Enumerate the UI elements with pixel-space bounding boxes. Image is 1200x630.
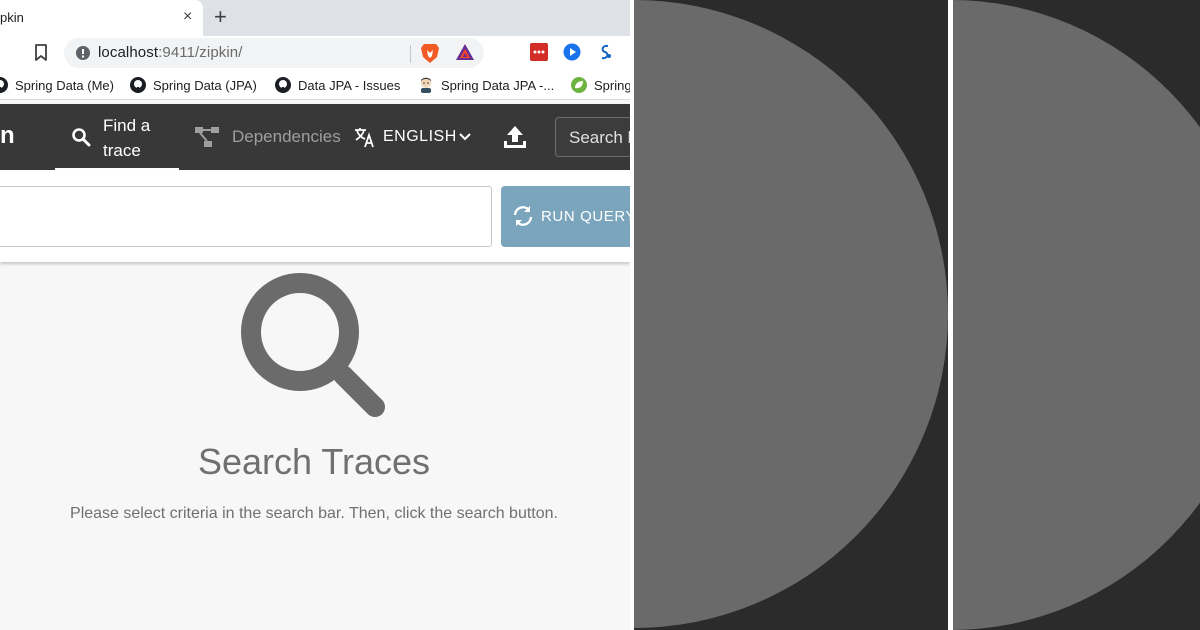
bookmark-label: Spring	[594, 77, 630, 93]
run-query-label: RUN QUERY	[541, 208, 630, 225]
address-bar-separator	[410, 45, 411, 63]
github-icon	[275, 77, 291, 93]
jenkins-icon	[421, 77, 431, 93]
nav-find-a-trace-label: Find a trace	[103, 116, 151, 160]
decorative-panel	[634, 0, 948, 630]
decorative-half-circle	[953, 0, 1200, 630]
bookmark-label: Spring Data JPA -...	[441, 77, 555, 93]
spring-leaf-icon	[571, 77, 587, 93]
upload-icon[interactable]	[503, 124, 527, 150]
bookmark-item[interactable]: Spring Data (Me)	[0, 76, 114, 94]
browser-screenshot: pkin × + localhost:9411/zipkin/ Spring D…	[0, 0, 630, 630]
tab-title: pkin	[0, 10, 24, 25]
github-icon	[130, 77, 146, 93]
github-icon	[0, 77, 8, 93]
decorative-half-circle	[634, 0, 948, 628]
new-tab-button[interactable]: +	[214, 5, 227, 29]
search-bar-row: RUN QUERY	[0, 170, 630, 262]
extension-s-icon[interactable]	[596, 43, 614, 61]
extension-play-icon[interactable]	[563, 43, 581, 61]
brave-lion-icon[interactable]	[420, 42, 440, 64]
refresh-icon	[513, 206, 533, 226]
run-query-button[interactable]: RUN QUERY	[501, 186, 630, 247]
url-host: localhost	[98, 44, 159, 61]
search-criteria-input[interactable]	[0, 186, 492, 247]
bookmark-item[interactable]: Spring Data JPA -...	[418, 76, 554, 94]
lastpass-icon[interactable]	[530, 43, 548, 61]
nav-dependencies-label: Dependencies	[232, 127, 341, 146]
decorative-panel	[953, 0, 1200, 630]
url-text[interactable]: localhost:9411/zipkin/	[98, 44, 243, 61]
translate-icon	[355, 128, 374, 148]
info-icon[interactable]	[75, 45, 91, 61]
bookmark-item[interactable]: Spring	[571, 76, 630, 94]
tab-strip: pkin × +	[0, 0, 630, 36]
dependencies-icon	[195, 127, 219, 147]
bookmark-label: Spring Data (JPA)	[153, 77, 257, 93]
browser-tab[interactable]: pkin ×	[0, 0, 203, 36]
url-path: :9411/zipkin/	[158, 44, 243, 61]
search-traces-magnifier-icon	[241, 273, 385, 417]
browser-toolbar: localhost:9411/zipkin/	[0, 36, 630, 70]
bookmarks-bar: Spring Data (Me) Spring Data (JPA) Data …	[0, 70, 630, 100]
bookmark-item[interactable]: Spring Data (JPA)	[130, 76, 257, 94]
bookmark-icon[interactable]	[34, 44, 48, 62]
bookmark-label: Data JPA - Issues	[298, 77, 401, 93]
zipkin-header: n Find a trace Dependencies ENGLISH Sear…	[0, 104, 630, 170]
bookmark-label: Spring Data (Me)	[15, 77, 114, 93]
brand-logo-text[interactable]: n	[0, 121, 15, 151]
chevron-down-icon	[459, 133, 471, 141]
bat-triangle-icon[interactable]	[454, 42, 476, 62]
search-icon	[72, 128, 91, 147]
empty-state-description: Please select criteria in the search bar…	[70, 505, 558, 522]
language-label: ENGLISH	[383, 128, 457, 145]
bookmark-item[interactable]: Data JPA - Issues	[275, 76, 400, 94]
empty-state-title: Search Traces	[197, 441, 431, 482]
close-tab-icon[interactable]: ×	[183, 8, 192, 26]
trace-id-search-placeholder: Search b	[569, 128, 630, 147]
nav-find-a-trace[interactable]: Find a trace	[55, 104, 179, 170]
trace-id-search-input[interactable]: Search b	[555, 117, 630, 157]
